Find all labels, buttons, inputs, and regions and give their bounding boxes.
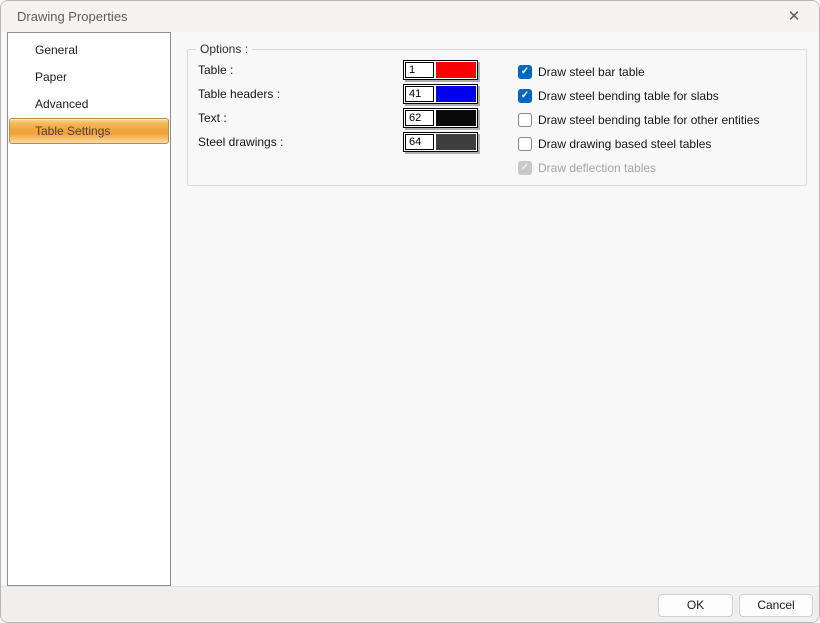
table-headers-color-swatch[interactable] <box>436 86 476 102</box>
table-headers-color-picker[interactable]: 41 <box>403 84 478 104</box>
cancel-button[interactable]: Cancel <box>739 594 813 617</box>
steel-drawings-color-label: Steel drawings : <box>198 135 284 149</box>
checkbox-draw-steel-bar-table[interactable]: ✓ Draw steel bar table <box>518 63 645 81</box>
checkbox-label: Draw drawing based steel tables <box>538 137 712 151</box>
text-color-label: Text : <box>198 111 227 125</box>
checkbox-draw-drawing-based-steel-tables[interactable]: ✓ Draw drawing based steel tables <box>518 135 711 153</box>
sidebar-item-advanced[interactable]: Advanced <box>8 91 170 118</box>
table-headers-color-label: Table headers : <box>198 87 281 101</box>
checkbox-icon: ✓ <box>518 113 532 127</box>
checkbox-icon: ✓ <box>518 137 532 151</box>
checkbox-draw-steel-bending-table-other[interactable]: ✓ Draw steel bending table for other ent… <box>518 111 759 129</box>
checkbox-label: Draw steel bending table for slabs <box>538 89 719 103</box>
category-list: General Paper Advanced Table Settings <box>7 32 171 586</box>
window-title: Drawing Properties <box>17 9 128 24</box>
table-color-index: 1 <box>405 62 434 78</box>
checkbox-icon: ✓ <box>518 161 532 175</box>
steel-drawings-color-index: 64 <box>405 134 434 150</box>
titlebar: Drawing Properties ✕ <box>1 1 819 32</box>
sidebar-item-table-settings[interactable]: Table Settings <box>9 118 169 144</box>
table-headers-color-index: 41 <box>405 86 434 102</box>
drawing-properties-dialog: Drawing Properties ✕ General Paper Advan… <box>0 0 820 623</box>
table-color-label: Table : <box>198 63 234 77</box>
checkbox-draw-deflection-tables: ✓ Draw deflection tables <box>518 159 656 177</box>
text-color-picker[interactable]: 62 <box>403 108 478 128</box>
dialog-footer: OK Cancel <box>1 586 819 622</box>
ok-button[interactable]: OK <box>658 594 733 617</box>
checkbox-label: Draw steel bar table <box>538 65 645 79</box>
sidebar-item-general[interactable]: General <box>8 37 170 64</box>
checkbox-label: Draw steel bending table for other entit… <box>538 113 760 127</box>
close-icon[interactable]: ✕ <box>777 3 811 30</box>
steel-drawings-color-swatch[interactable] <box>436 134 476 150</box>
text-color-swatch[interactable] <box>436 110 476 126</box>
checkbox-label: Draw deflection tables <box>538 161 657 175</box>
text-color-index: 62 <box>405 110 434 126</box>
checkbox-icon: ✓ <box>518 89 532 103</box>
checkbox-icon: ✓ <box>518 65 532 79</box>
table-color-picker[interactable]: 1 <box>403 60 478 80</box>
steel-drawings-color-picker[interactable]: 64 <box>403 132 478 152</box>
checkbox-draw-steel-bending-table-slabs[interactable]: ✓ Draw steel bending table for slabs <box>518 87 719 105</box>
options-group-label: Options : <box>196 42 253 56</box>
table-color-swatch[interactable] <box>436 62 476 78</box>
sidebar-item-paper[interactable]: Paper <box>8 64 170 91</box>
options-group: Options : Table : Table headers : Text :… <box>187 42 807 186</box>
